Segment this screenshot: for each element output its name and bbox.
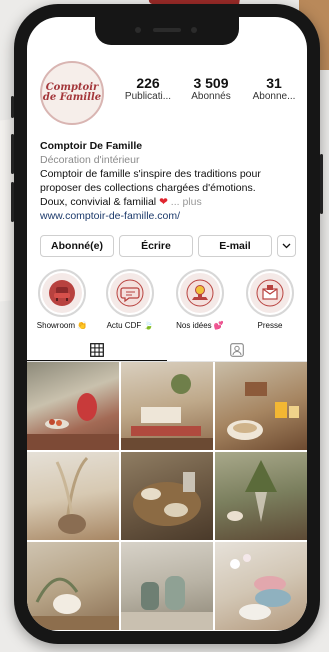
mute-switch <box>11 96 14 118</box>
post-thumbnail[interactable] <box>27 362 119 450</box>
post-thumbnail[interactable] <box>121 362 213 450</box>
brand-logo: Comptoir de Famille <box>42 82 102 103</box>
post-image <box>227 382 299 440</box>
tagged-person-icon <box>230 343 244 357</box>
email-button[interactable]: E-mail <box>197 235 272 257</box>
power-button <box>320 154 323 214</box>
highlight-presse[interactable]: Presse <box>241 269 299 330</box>
highlight-label: Presse <box>257 321 283 330</box>
volume-up-button <box>11 134 14 174</box>
stat-value: 31 <box>266 75 282 91</box>
post-image <box>27 577 119 630</box>
stat-following[interactable]: 31 Abonne... <box>243 75 305 102</box>
website-link[interactable]: www.comptoir-de-famille.com/ <box>40 209 298 223</box>
highlight-label: Nos idées 💕 <box>176 321 224 330</box>
volume-down-button <box>11 182 14 222</box>
post-thumbnail[interactable] <box>215 452 307 540</box>
lightbulb-icon <box>186 279 214 307</box>
stat-value: 3 509 <box>193 75 229 91</box>
camera-icon <box>135 27 141 33</box>
highlight-showroom[interactable]: Showroom 👏 <box>33 269 91 330</box>
more-link[interactable]: ... plus <box>171 196 202 208</box>
profile-name: Comptoir De Famille <box>40 140 143 152</box>
post-image <box>27 393 119 450</box>
stat-label: Publicati... <box>124 91 172 102</box>
highlight-label: Actu CDF 🍃 <box>106 321 154 330</box>
sensor-icon <box>191 27 197 33</box>
highlight-ring <box>176 269 224 317</box>
stat-label: Abonne... <box>252 91 296 102</box>
tab-posts-grid[interactable] <box>27 339 167 361</box>
post-image <box>121 374 213 450</box>
notch <box>95 17 239 45</box>
posts-grid <box>27 362 307 631</box>
profile-stats: 226 Publicati... 3 509 Abonnés 31 Abonne… <box>117 75 305 102</box>
post-image <box>55 456 89 534</box>
following-button[interactable]: Abonné(e) <box>40 235 114 257</box>
post-thumbnail[interactable] <box>121 452 213 540</box>
profile-tabs <box>27 339 307 362</box>
bio-text: Comptoir de famille s'inspire des tradit… <box>40 168 261 194</box>
post-thumbnail[interactable] <box>27 452 119 540</box>
profile-bio: Comptoir De Famille Décoration d'intérie… <box>40 139 298 223</box>
highlight-nos-idees[interactable]: Nos idées 💕 <box>171 269 229 330</box>
post-thumbnail[interactable] <box>27 542 119 630</box>
speaker-grille <box>153 28 181 32</box>
highlight-ring <box>246 269 294 317</box>
tab-tagged[interactable] <box>167 339 307 361</box>
profile-avatar[interactable]: Comptoir de Famille <box>40 61 104 125</box>
highlight-ring <box>38 269 86 317</box>
phone-frame: Comptoir de Famille 226 Publicati... 3 50… <box>11 4 323 644</box>
message-button[interactable]: Écrire <box>118 235 193 257</box>
post-image <box>133 472 201 526</box>
armchair-icon <box>49 280 75 306</box>
highlight-ring <box>106 269 154 317</box>
story-highlights: Showroom 👏 Actu CDF 🍃 Nos idées 💕 Presse <box>33 269 307 331</box>
post-thumbnail[interactable] <box>121 542 213 630</box>
post-image <box>230 554 291 620</box>
highlight-actu-cdf[interactable]: Actu CDF 🍃 <box>101 269 159 330</box>
stat-value: 226 <box>136 75 160 91</box>
post-image <box>227 460 277 522</box>
stat-label: Abonnés <box>191 91 231 102</box>
speech-bubble-icon <box>116 279 144 307</box>
profile-category: Décoration d'intérieur <box>40 154 140 166</box>
heart-icon: ❤ <box>159 196 168 208</box>
stat-followers[interactable]: 3 509 Abonnés <box>180 75 242 102</box>
phone-screen: Comptoir de Famille 226 Publicati... 3 50… <box>27 17 307 631</box>
post-thumbnail[interactable] <box>215 542 307 630</box>
stat-posts[interactable]: 226 Publicati... <box>117 75 179 102</box>
post-thumbnail[interactable] <box>215 362 307 450</box>
envelope-icon <box>256 279 284 307</box>
bio-text-line2: Doux, convivial & familial ❤ ... plus <box>40 195 298 209</box>
post-image <box>121 576 213 630</box>
profile-actions: Abonné(e) Écrire E-mail <box>40 235 296 257</box>
suggested-accounts-button[interactable] <box>276 235 296 257</box>
chevron-down-icon <box>282 243 291 249</box>
grid-icon <box>90 342 104 357</box>
highlight-label: Showroom 👏 <box>36 321 88 330</box>
bio-tagline: Doux, convivial & familial <box>40 196 157 208</box>
